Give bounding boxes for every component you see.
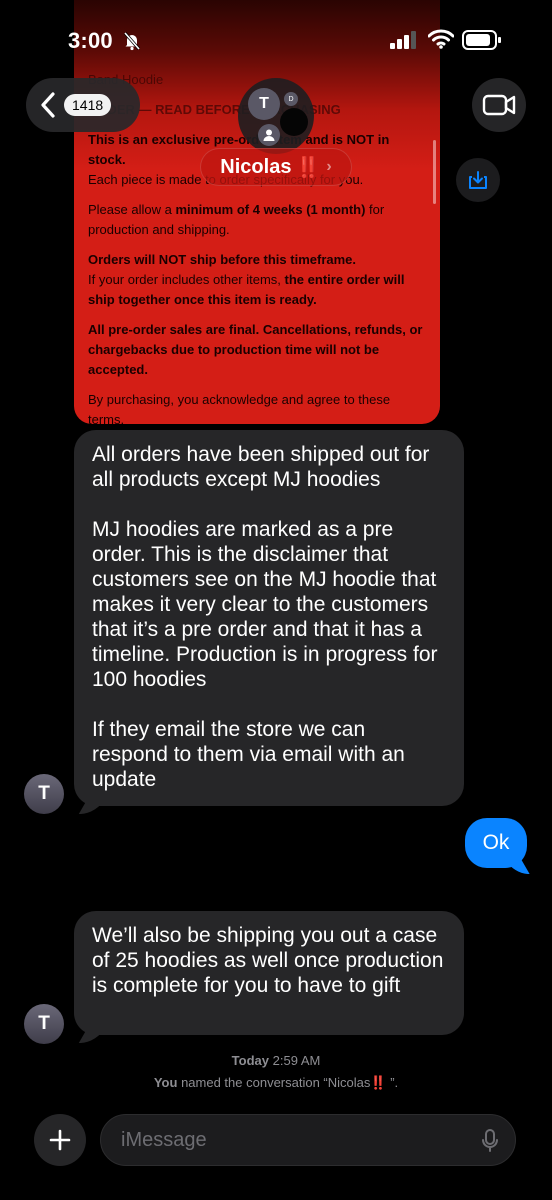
save-image-button[interactable] bbox=[456, 158, 500, 202]
plus-icon bbox=[49, 1129, 71, 1151]
status-bar: 3:00 bbox=[0, 0, 552, 80]
image-text-line: Please allow a minimum of 4 weeks (1 mon… bbox=[88, 202, 385, 237]
message-text: MJ hoodies are marked as a pre order. Th… bbox=[92, 518, 438, 691]
conversation-name-button[interactable]: Nicolas ‼️ › bbox=[200, 148, 352, 186]
video-camera-icon bbox=[482, 94, 516, 116]
facetime-video-button[interactable] bbox=[472, 78, 526, 132]
save-download-icon bbox=[469, 171, 487, 189]
system-note: You named the conversation “Nicolas‼️ ”. bbox=[153, 1075, 399, 1090]
image-scrollbar bbox=[433, 140, 436, 204]
image-text-line: All pre-order sales are final. Cancellat… bbox=[88, 322, 423, 377]
image-text-line: By purchasing, you acknowledge and agree… bbox=[88, 392, 391, 424]
sender-avatar[interactable]: T bbox=[24, 1004, 64, 1044]
double-exclamation-emoji: ‼️ bbox=[295, 156, 321, 179]
battery-icon bbox=[462, 30, 501, 50]
avatar: D bbox=[284, 92, 298, 106]
avatar: T bbox=[248, 88, 280, 120]
conversation-name: Nicolas bbox=[220, 155, 292, 178]
message-input-placeholder: iMessage bbox=[121, 1128, 207, 1151]
message-text: We’ll also be shipping you out a case of… bbox=[92, 924, 444, 997]
signal-icon bbox=[390, 31, 416, 49]
back-button[interactable]: 1418 bbox=[26, 78, 140, 132]
avatar bbox=[280, 108, 308, 136]
message-input[interactable]: iMessage bbox=[100, 1114, 516, 1166]
message-text: If they email the store we can respond t… bbox=[92, 718, 405, 791]
chevron-right-icon: › bbox=[326, 158, 332, 175]
message-bubble-incoming[interactable]: We’ll also be shipping you out a case of… bbox=[74, 911, 464, 1035]
bell-slash-icon bbox=[123, 32, 141, 51]
person-icon bbox=[258, 124, 280, 146]
chevron-left-icon bbox=[41, 92, 55, 118]
message-bubble-incoming[interactable]: All orders have been shipped out for all… bbox=[74, 430, 464, 806]
message-text: Ok bbox=[482, 831, 510, 854]
unread-count-badge: 1418 bbox=[64, 94, 112, 116]
group-avatar[interactable]: T D bbox=[238, 78, 314, 154]
message-text: All orders have been shipped out for all… bbox=[92, 443, 430, 491]
message-bubble-outgoing[interactable]: Ok bbox=[465, 818, 527, 868]
message-timestamp: Today 2:59 AM bbox=[231, 1053, 321, 1068]
microphone-icon[interactable] bbox=[481, 1129, 499, 1153]
status-time: 3:00 bbox=[68, 28, 113, 53]
image-text-line: Orders will NOT ship before this timefra… bbox=[88, 252, 405, 307]
sender-avatar[interactable]: T bbox=[24, 774, 64, 814]
add-attachment-button[interactable] bbox=[34, 1114, 86, 1166]
wifi-icon bbox=[428, 29, 454, 49]
